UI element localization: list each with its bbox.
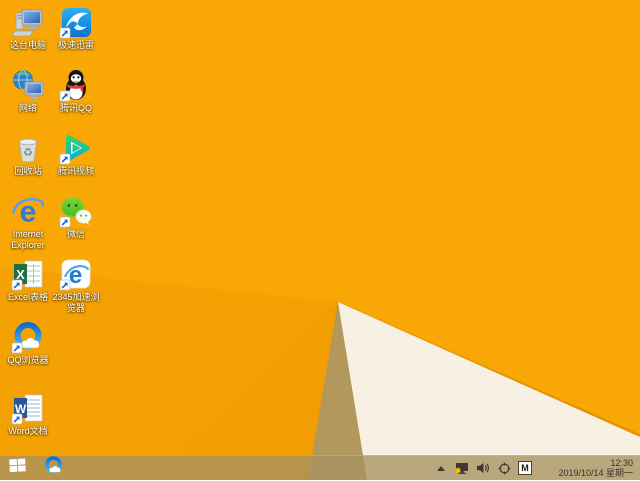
excel-icon: X <box>11 257 45 291</box>
desktop-icon-label: QQ浏览器 <box>7 355 49 365</box>
wechat-icon <box>59 194 93 228</box>
show-hidden-icons-button[interactable] <box>434 461 448 475</box>
2345-browser-icon: e <box>59 257 93 291</box>
taskbar-clock[interactable]: 12:30 2019/10/14 星期一 <box>545 458 636 479</box>
qq-penguin-icon <box>59 68 93 102</box>
desktop-icon-2345-browser[interactable]: e 2345加速浏览器 <box>48 257 104 314</box>
desktop-icon-label: 极速迅雷 <box>57 40 94 50</box>
thunder-icon <box>59 5 93 39</box>
desktop-icon-word[interactable]: W Word文档 <box>0 391 56 437</box>
safety-tray-icon[interactable] <box>497 461 511 475</box>
desktop-icon-thunder[interactable]: 极速迅雷 <box>48 5 104 51</box>
desktop-icon-label: 腾讯视频 <box>57 166 94 176</box>
qq-browser-icon <box>43 455 64 481</box>
desktop-icon-label: 腾讯QQ <box>59 103 92 113</box>
internet-explorer-icon: e <box>11 194 45 229</box>
clock-time: 12:30 <box>610 457 633 468</box>
recycle-bin-icon: ♻ <box>11 131 45 165</box>
svg-text:♻: ♻ <box>23 146 33 159</box>
network-tray-icon[interactable] <box>455 461 469 475</box>
word-icon: W <box>11 391 45 425</box>
desktop-icon-qq-browser[interactable]: QQ浏览器 <box>0 320 56 366</box>
this-pc-icon <box>11 5 45 39</box>
qq-browser-icon <box>11 320 45 354</box>
start-button[interactable] <box>0 456 34 481</box>
desktop-icon-qq[interactable]: 腾讯QQ <box>48 68 104 114</box>
network-icon <box>11 68 45 102</box>
volume-tray-icon[interactable] <box>476 461 490 475</box>
windows-logo-icon <box>8 458 26 478</box>
desktop-icon-tencent-video[interactable]: 腾讯视频 <box>48 131 104 177</box>
tencent-video-icon <box>59 131 93 165</box>
ime-indicator[interactable]: M <box>518 461 532 475</box>
desktop-icon-wechat[interactable]: 微信 <box>48 194 104 240</box>
desktop-icon-label: 2345加速浏览器 <box>52 292 100 313</box>
clock-date: 2019/10/14 星期一 <box>558 468 633 478</box>
taskbar: M 12:30 2019/10/14 星期一 <box>0 455 640 480</box>
system-tray: M 12:30 2019/10/14 星期一 <box>434 458 636 479</box>
desktop-icon-label: Word文档 <box>8 426 48 436</box>
taskbar-qq-browser-button[interactable] <box>36 456 70 481</box>
chevron-up-icon <box>437 465 445 471</box>
desktop-icon-label: 微信 <box>66 229 85 239</box>
